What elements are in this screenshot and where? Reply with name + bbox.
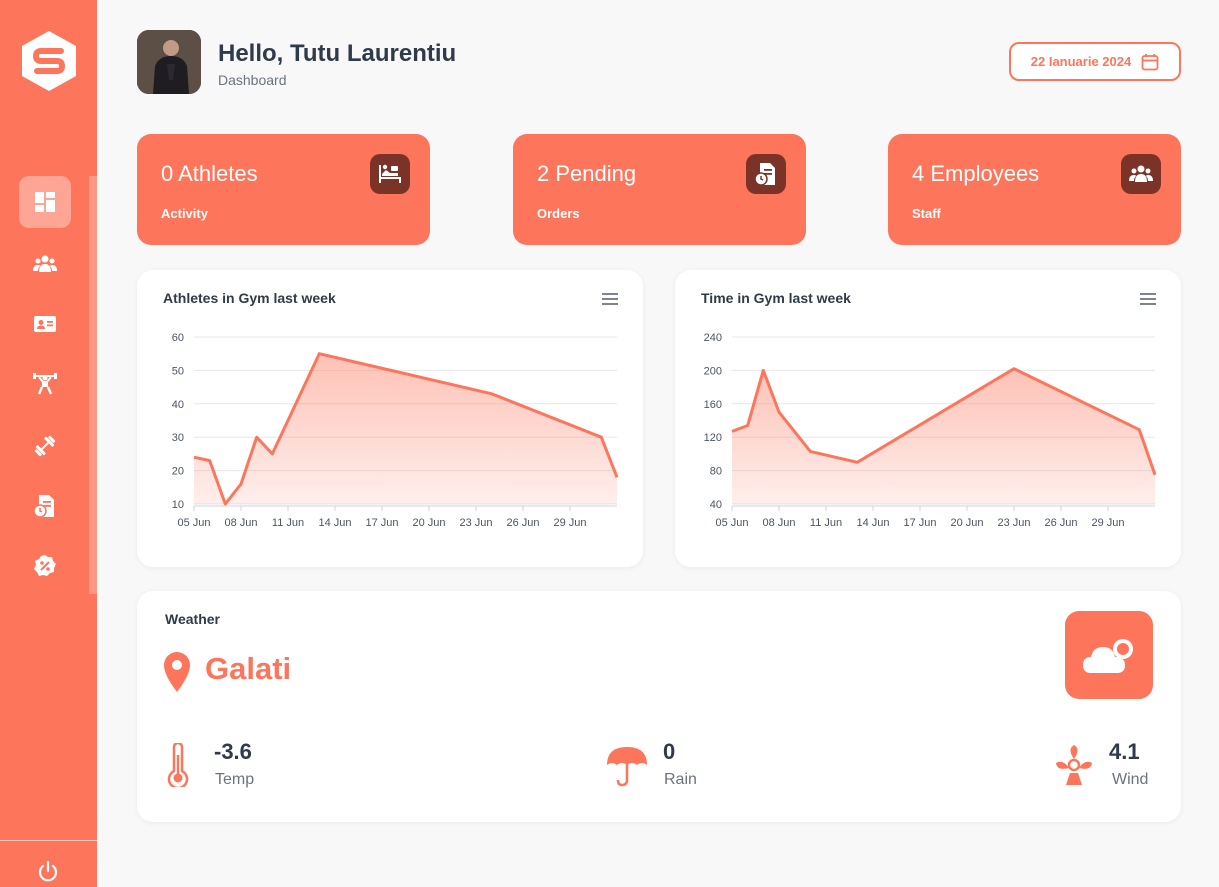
users-icon bbox=[33, 255, 57, 272]
nav-discounts[interactable] bbox=[19, 540, 71, 592]
nav-dashboard[interactable] bbox=[19, 176, 71, 228]
x-tick-label: 20 Jun bbox=[412, 517, 445, 529]
stat-value: 0 Athletes bbox=[161, 161, 258, 186]
stat-card-orders[interactable]: 2 Pending Orders bbox=[513, 134, 806, 245]
x-tick-label: 29 Jun bbox=[553, 517, 586, 529]
nav-users[interactable] bbox=[19, 238, 71, 290]
temperature-value: -3.6 bbox=[214, 739, 252, 764]
y-tick-label: 10 bbox=[172, 499, 184, 511]
x-tick-label: 23 Jun bbox=[997, 517, 1030, 529]
x-tick-label: 05 Jun bbox=[177, 517, 210, 529]
wind-label: Wind bbox=[1112, 771, 1149, 788]
time-area-chart: 40 80 120 160 200 240 05 Jun 08 Jun 11 Jun 14 Jun… bbox=[704, 332, 1157, 529]
x-tick-label: 17 Jun bbox=[903, 517, 936, 529]
y-tick-label: 240 bbox=[704, 332, 722, 344]
rain-value: 0 bbox=[663, 739, 676, 764]
stat-label: Activity bbox=[161, 206, 208, 221]
bed-person-icon bbox=[370, 154, 410, 194]
weightlifter-icon bbox=[33, 373, 57, 395]
weather-card: Weather Galati -3.6 Temp 0 Rain 4.1 Wind bbox=[137, 591, 1181, 822]
y-tick-label: 120 bbox=[704, 432, 722, 444]
rain-label: Rain bbox=[664, 771, 697, 788]
y-tick-label: 50 bbox=[172, 365, 184, 377]
series-area bbox=[732, 368, 1155, 504]
chart-card-time: Time in Gym last week 40 80 120 160 200 240 05… bbox=[675, 270, 1181, 567]
x-tick-label: 26 Jun bbox=[506, 517, 539, 529]
nav-equipment[interactable] bbox=[19, 420, 71, 472]
stat-label: Staff bbox=[912, 206, 941, 221]
sidebar-divider bbox=[0, 840, 97, 841]
temperature-label: Temp bbox=[215, 771, 255, 788]
y-tick-label: 40 bbox=[710, 499, 722, 511]
dashboard-icon bbox=[35, 192, 55, 212]
greeting-title: Hello, Tutu Laurentiu bbox=[218, 40, 457, 67]
x-tick-label: 11 Jun bbox=[272, 517, 304, 529]
x-tick-label: 11 Jun bbox=[810, 517, 842, 529]
stat-label: Orders bbox=[537, 206, 580, 221]
x-tick-label: 20 Jun bbox=[950, 517, 983, 529]
city-name: Galati bbox=[205, 651, 292, 686]
x-tick-label: 14 Jun bbox=[856, 517, 889, 529]
stat-card-employees[interactable]: 4 Employees Staff bbox=[888, 134, 1181, 245]
app-logo-icon[interactable] bbox=[21, 30, 77, 92]
thermometer-icon bbox=[167, 743, 189, 787]
y-tick-label: 80 bbox=[710, 466, 722, 478]
power-icon[interactable] bbox=[36, 860, 60, 884]
people-group-icon bbox=[1121, 154, 1161, 194]
date-picker-button[interactable]: 22 Ianuarie 2024 bbox=[1009, 42, 1181, 81]
x-tick-label: 14 Jun bbox=[318, 517, 351, 529]
location-pin-icon bbox=[164, 652, 190, 692]
date-label: 22 Ianuarie 2024 bbox=[1030, 54, 1132, 69]
order-clock-icon bbox=[746, 154, 786, 194]
nav-orders[interactable] bbox=[19, 480, 71, 532]
x-tick-label: 29 Jun bbox=[1091, 517, 1124, 529]
athletes-area-chart: 10 20 30 40 50 60 05 Jun 08 Jun 11 Jun 14 Jun 17 J… bbox=[172, 332, 619, 529]
stat-value: 2 Pending bbox=[537, 161, 637, 186]
x-tick-label: 08 Jun bbox=[224, 517, 257, 529]
wind-value: 4.1 bbox=[1109, 739, 1140, 764]
chart-card-athletes: Athletes in Gym last week 10 20 30 40 50 60 05… bbox=[137, 270, 643, 567]
umbrella-icon bbox=[607, 747, 647, 787]
x-tick-label: 05 Jun bbox=[715, 517, 748, 529]
stat-value: 4 Employees bbox=[912, 161, 1040, 186]
avatar[interactable] bbox=[137, 30, 201, 94]
wind-turbine-icon bbox=[1056, 745, 1092, 785]
x-tick-label: 08 Jun bbox=[762, 517, 795, 529]
x-tick-label: 17 Jun bbox=[365, 517, 398, 529]
cloudy-icon bbox=[1065, 611, 1153, 699]
series-area bbox=[194, 353, 617, 504]
y-tick-label: 40 bbox=[172, 399, 184, 411]
stat-card-athletes[interactable]: 0 Athletes Activity bbox=[137, 134, 430, 245]
y-tick-label: 30 bbox=[172, 432, 184, 444]
order-clock-icon bbox=[33, 495, 54, 518]
sidebar-scrollbar[interactable] bbox=[89, 176, 97, 594]
id-card-icon bbox=[34, 316, 56, 332]
calendar-icon bbox=[1141, 53, 1159, 70]
nav-id-card[interactable] bbox=[19, 298, 71, 350]
y-tick-label: 200 bbox=[704, 365, 722, 377]
nav-athletes[interactable] bbox=[19, 358, 71, 410]
y-tick-label: 160 bbox=[704, 399, 722, 411]
weather-title: Weather bbox=[165, 611, 220, 627]
y-tick-label: 20 bbox=[172, 466, 184, 478]
x-tick-label: 26 Jun bbox=[1044, 517, 1077, 529]
discount-badge-icon bbox=[34, 555, 56, 576]
page-subtitle: Dashboard bbox=[218, 72, 287, 88]
sidebar bbox=[0, 0, 97, 887]
x-tick-label: 23 Jun bbox=[459, 517, 492, 529]
y-tick-label: 60 bbox=[172, 332, 184, 344]
dumbbell-icon bbox=[34, 435, 56, 457]
